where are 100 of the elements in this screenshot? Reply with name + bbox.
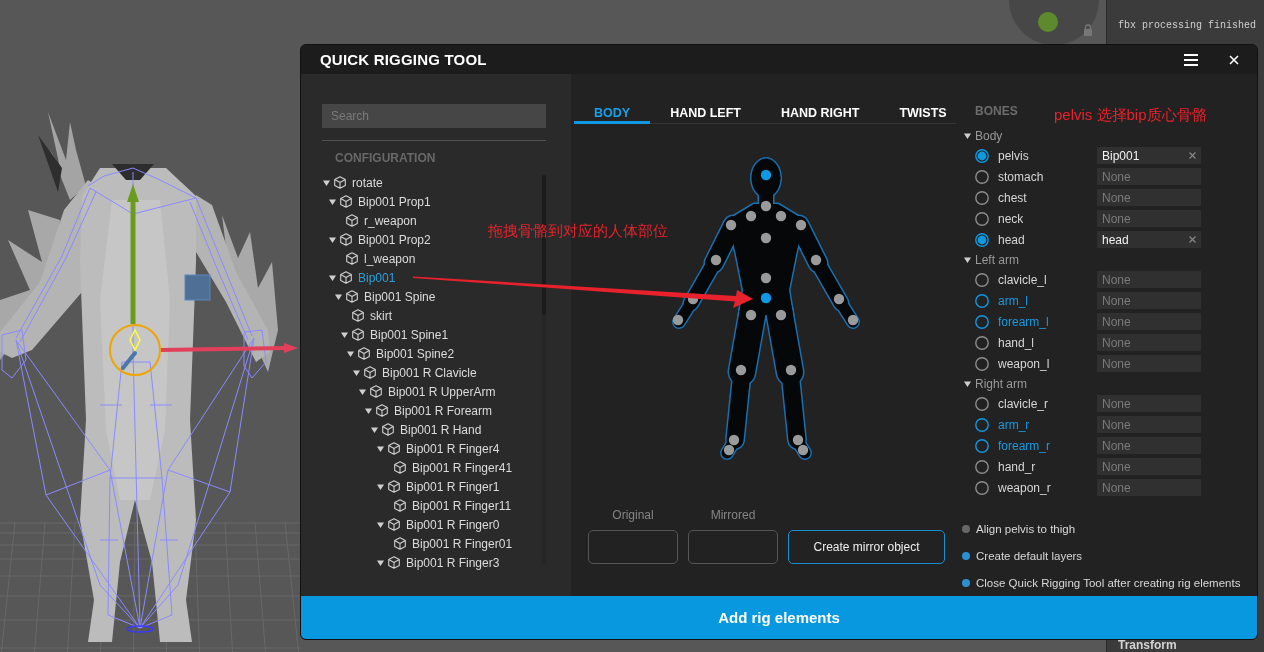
bone-field[interactable]: None [1097,458,1201,475]
joint-marker[interactable] [760,272,772,284]
bone-field[interactable]: None [1097,479,1201,496]
bone-field[interactable]: None [1097,168,1201,185]
bone-field[interactable]: None [1097,416,1201,433]
radio-button[interactable] [975,293,989,308]
bone-field[interactable]: None [1097,313,1201,330]
radio-button[interactable] [975,480,989,495]
option-label[interactable]: Align pelvis to thigh [976,522,1076,535]
bone-field[interactable]: Bip001 [1097,147,1201,164]
caret-down-icon[interactable] [353,369,360,376]
bone-field[interactable]: None [1097,437,1201,454]
radio-button[interactable] [975,356,989,371]
bone-field[interactable]: None [1097,395,1201,412]
bone-field[interactable]: head [1097,231,1201,248]
bone-field[interactable]: None [1097,271,1201,288]
radio-button[interactable] [975,232,989,247]
radio-button[interactable] [975,314,989,329]
joint-marker[interactable] [728,434,740,446]
caret-down-icon[interactable] [359,388,366,395]
close-icon[interactable] [1229,54,1239,65]
tree-item-label[interactable]: Bip001 R UpperArm [388,384,496,399]
radio-button[interactable] [975,211,989,226]
option-label[interactable]: Create default layers [976,549,1083,562]
tree-item-label[interactable]: Bip001 [358,270,396,285]
original-field[interactable] [588,530,678,564]
joint-marker[interactable] [760,232,772,244]
radio-button[interactable] [975,459,989,474]
caret-down-icon[interactable] [329,198,336,205]
joint-marker[interactable] [760,169,772,181]
joint-marker[interactable] [847,314,859,326]
joint-marker[interactable] [745,309,757,321]
caret-down-icon[interactable] [371,426,378,433]
radio-button[interactable] [975,272,989,287]
tree-item-label[interactable]: rotate [352,175,383,190]
menu-icon[interactable] [1184,53,1198,66]
caret-down-icon[interactable] [377,483,384,490]
joint-marker[interactable] [785,364,797,376]
radio-button[interactable] [975,438,989,453]
clear-icon[interactable] [1189,152,1196,159]
tree-item-label[interactable]: Bip001 R Finger0 [406,517,500,532]
tree-item-label[interactable]: Bip001 Spine [364,289,436,304]
joint-marker[interactable] [797,444,809,456]
clear-icon[interactable] [1189,236,1196,243]
joint-marker[interactable] [745,210,757,222]
tree-item-label[interactable]: Bip001 R Clavicle [382,365,477,380]
tree-item-label[interactable]: Bip001 R Finger11 [412,498,512,513]
bone-field[interactable]: None [1097,334,1201,351]
tree-item-label[interactable]: Bip001 R Hand [400,422,482,437]
caret-down-icon[interactable] [323,179,330,186]
tree-item-label[interactable]: Bip001 Spine2 [376,346,455,361]
caret-down-icon[interactable] [335,293,342,300]
bone-field[interactable]: None [1097,355,1201,372]
tree-item-label[interactable]: skirt [370,308,392,323]
joint-marker[interactable] [723,444,735,456]
joint-marker[interactable] [810,254,822,266]
transform-gizmo-drawing[interactable] [109,184,298,376]
bone-group-label[interactable]: Left arm [975,252,1019,267]
tree-item-label[interactable]: Bip001 Prop2 [358,232,431,247]
caret-down-icon[interactable] [377,559,384,566]
toggle-dot-icon[interactable] [962,524,970,533]
caret-down-icon[interactable] [964,380,971,387]
caret-down-icon[interactable] [964,256,971,263]
tab[interactable]: TWISTS [879,104,967,124]
tree-item-label[interactable]: Bip001 R Finger41 [412,460,513,475]
bone-field[interactable]: None [1097,292,1201,309]
bone-group-label[interactable]: Body [975,128,1003,143]
caret-down-icon[interactable] [341,331,348,338]
bone-field[interactable]: None [1097,189,1201,206]
joint-marker[interactable] [795,219,807,231]
tab[interactable]: BODY [574,104,651,124]
tab[interactable]: HAND RIGHT [760,104,880,124]
radio-button[interactable] [975,169,989,184]
caret-down-icon[interactable] [377,445,384,452]
bone-group-label[interactable]: Right arm [975,376,1027,391]
caret-down-icon[interactable] [964,132,971,139]
joint-marker[interactable] [760,200,772,212]
joint-marker[interactable] [775,309,787,321]
tree-item-label[interactable]: Bip001 R Forearm [394,403,493,418]
tree-item-label[interactable]: Bip001 Spine1 [370,327,449,342]
joint-marker[interactable] [672,314,684,326]
caret-down-icon[interactable] [329,274,336,281]
radio-button[interactable] [975,417,989,432]
radio-button[interactable] [975,335,989,350]
caret-down-icon[interactable] [365,407,372,414]
joint-marker[interactable] [775,210,787,222]
tree-item-label[interactable]: Bip001 R Finger01 [412,536,513,551]
bone-field[interactable]: None [1097,210,1201,227]
mirrored-field[interactable] [688,530,778,564]
joint-marker[interactable] [833,293,845,305]
joint-marker[interactable] [792,434,804,446]
tree-item-label[interactable]: r_weapon [364,213,417,228]
tree-item-label[interactable]: Bip001 Prop1 [358,194,431,209]
joint-marker[interactable] [725,219,737,231]
tree-item-label[interactable]: Bip001 R Finger4 [406,441,500,456]
character-rig-drawing[interactable] [0,112,298,642]
toggle-dot-icon[interactable] [962,551,970,560]
tab[interactable]: HAND LEFT [650,104,761,124]
radio-button[interactable] [975,396,989,411]
caret-down-icon[interactable] [377,521,384,528]
